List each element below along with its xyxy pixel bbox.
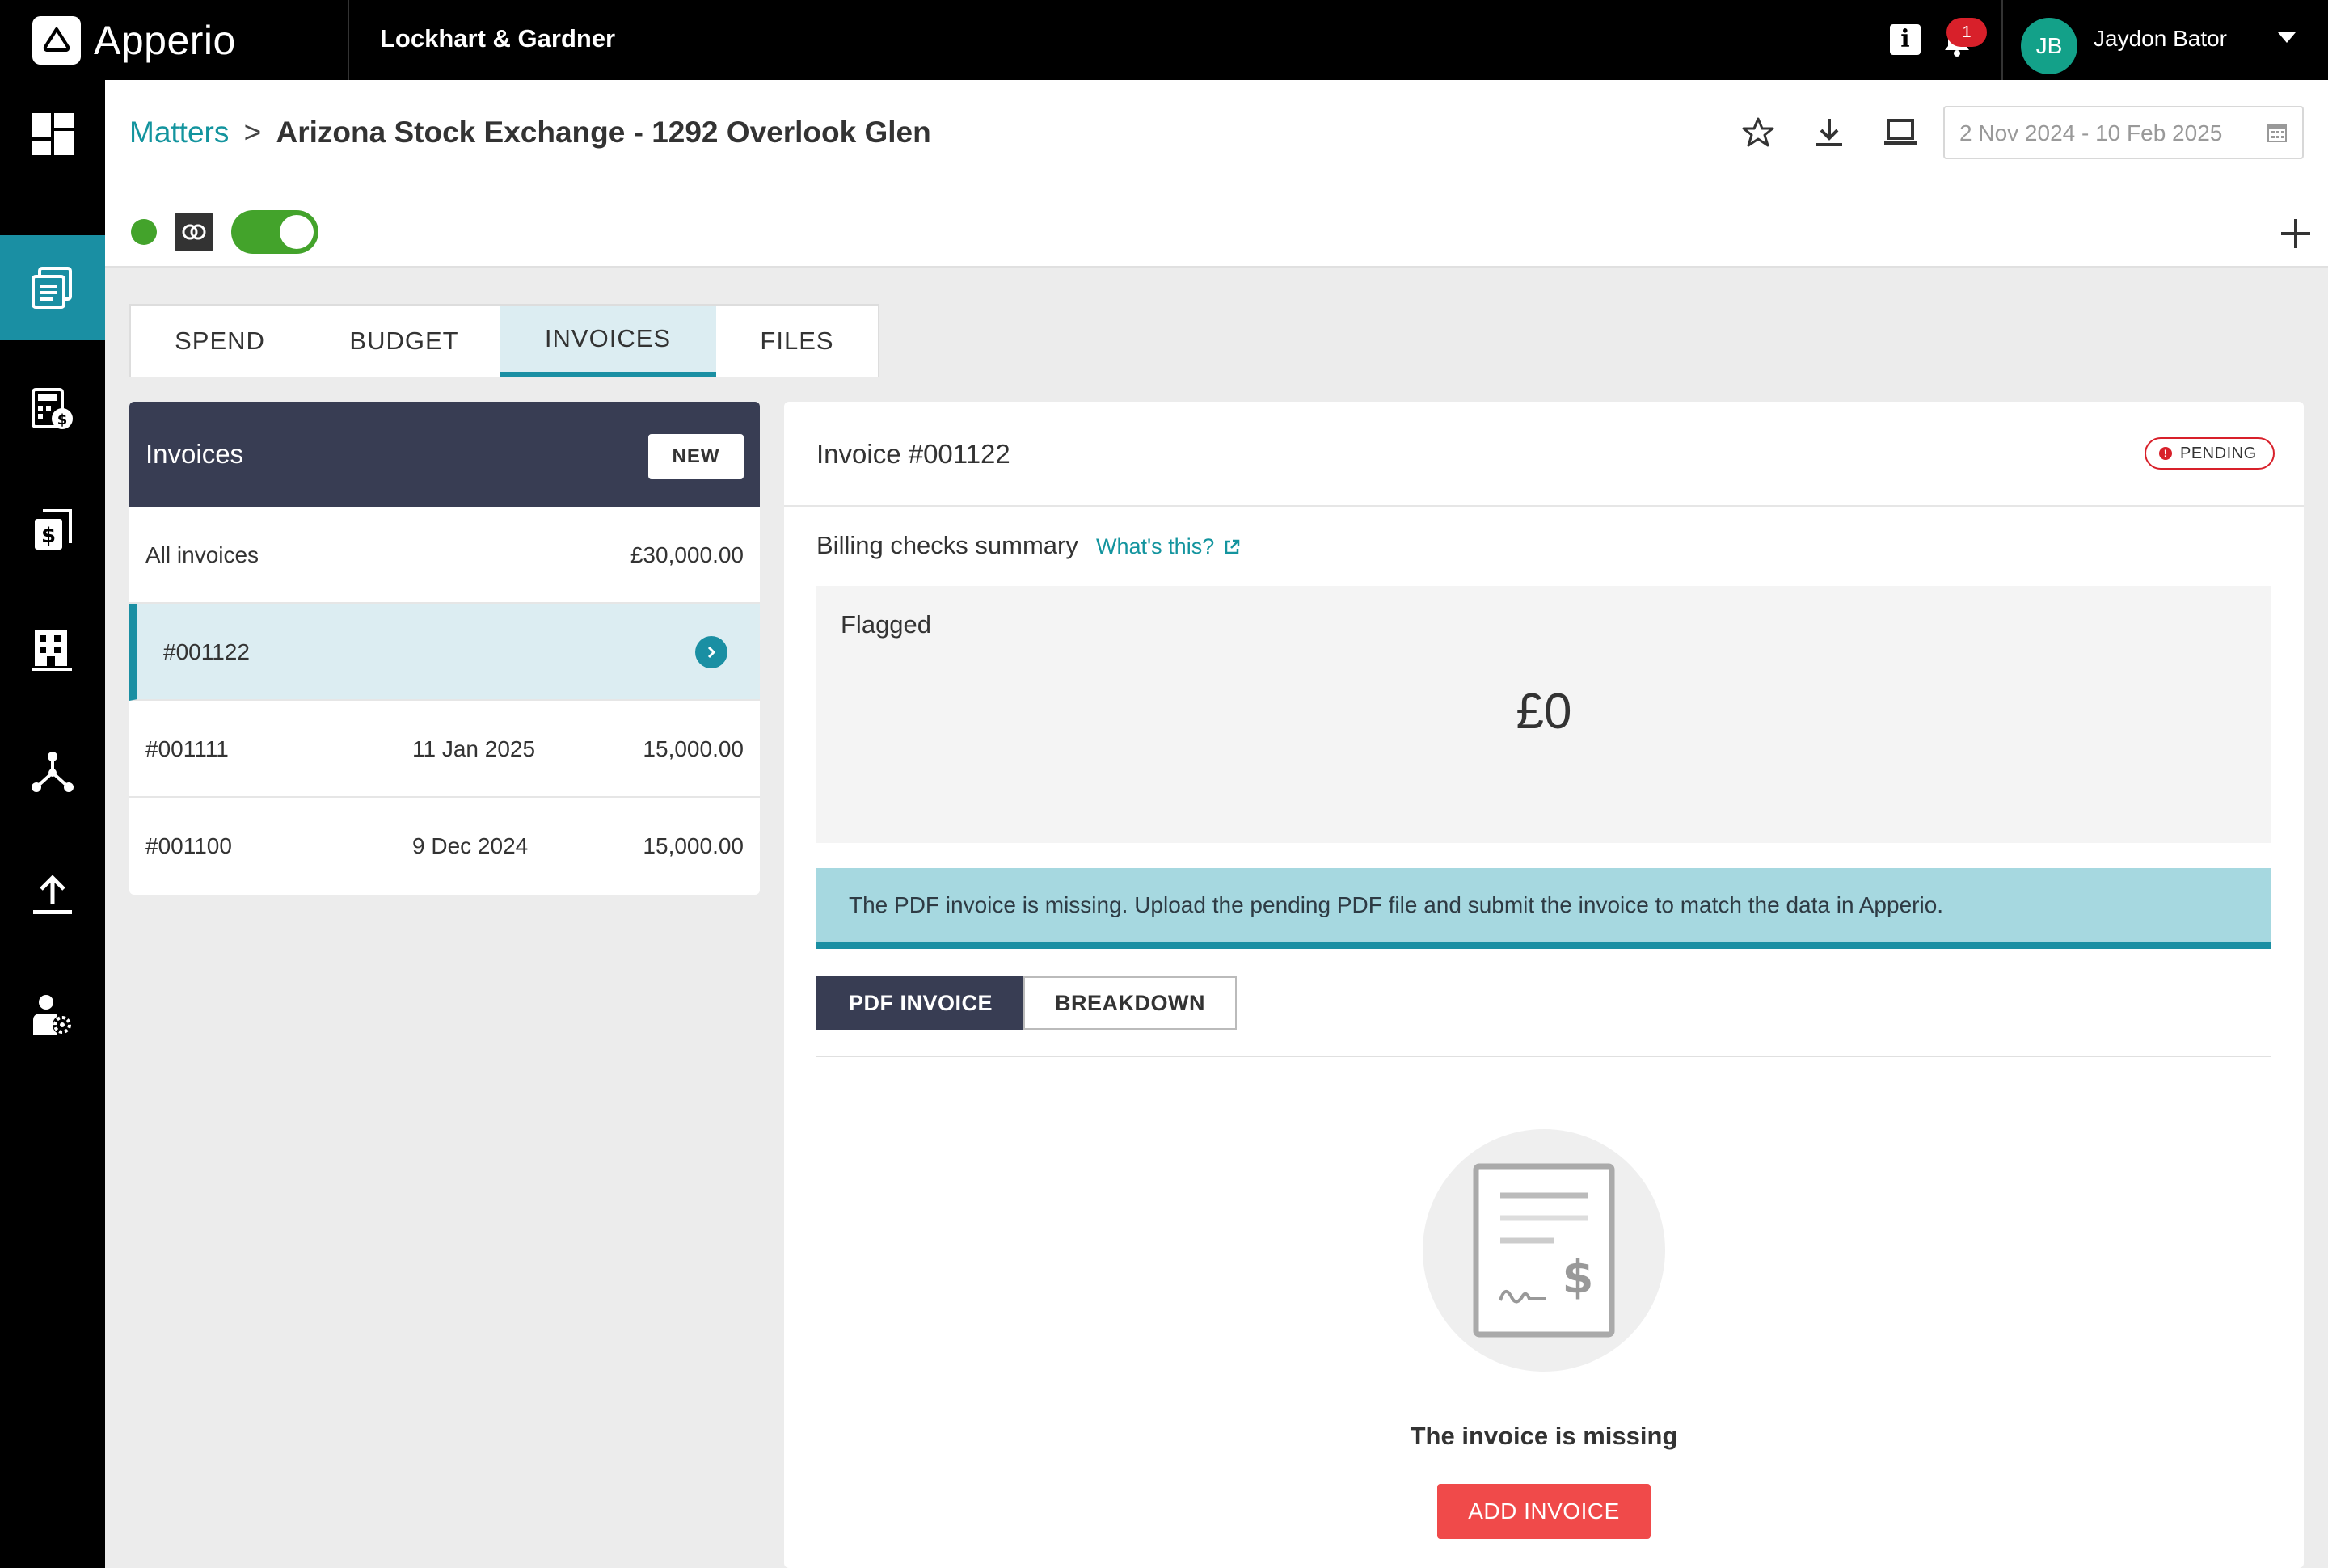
chevron-right-circle-icon[interactable] [695,636,728,668]
user-initials: JB [2021,18,2077,74]
download-icon[interactable] [1809,112,1849,153]
svg-text:$: $ [41,524,56,548]
missing-pdf-alert: The PDF invoice is missing. Upload the p… [816,868,2271,949]
calendar-icon [2267,124,2287,142]
list-item-label: #001122 [163,639,250,664]
app-logo-text: Apperio [94,18,236,63]
invoice-missing-text: The invoice is missing [1410,1422,1678,1450]
sidebar-item-firms[interactable] [0,599,105,704]
external-link-icon [1225,539,1240,554]
sidebar-item-dashboard[interactable] [0,82,105,187]
upload-icon [33,875,72,914]
budget-calculator-icon: $ [32,388,73,429]
tab-budget[interactable]: BUDGET [309,306,500,377]
info-icon[interactable]: i [1890,24,1921,55]
building-icon [32,630,72,671]
matter-status-dot [131,219,157,245]
user-menu-chevron-down-icon[interactable] [2278,32,2296,43]
list-item-invoice[interactable]: #001111 11 Jan 2025 15,000.00 [129,701,760,798]
side-navigation: $ $ [0,80,105,1568]
invoice-view-switch: PDF INVOICE BREAKDOWN [816,976,1237,1030]
list-item-all-invoices[interactable]: All invoices £30,000.00 [129,507,760,604]
add-invoice-button[interactable]: ADD INVOICE [1437,1484,1651,1539]
invoice-title: Invoice #001122 [816,439,1010,469]
svg-text:$: $ [57,411,68,428]
status-badge: ! PENDING [2145,437,2275,470]
sidebar-item-upload[interactable] [0,841,105,946]
matter-active-toggle[interactable] [231,210,318,254]
invoice-detail-header: Invoice #001122 ! PENDING [784,402,2304,507]
user-avatar[interactable]: JB [2021,18,2079,74]
firm-name[interactable]: Lockhart & Gardner [380,24,615,53]
invoices-list-panel: Invoices NEW All invoices £30,000.00 #00… [129,402,760,895]
svg-text:$: $ [1563,1251,1594,1304]
sidebar-item-matters[interactable] [0,235,105,340]
apperio-logo-icon [32,16,81,65]
matters-icon [32,267,72,309]
status-badge-label: PENDING [2180,444,2257,462]
breadcrumb-matters-link[interactable]: Matters [129,116,229,149]
new-invoice-button[interactable]: NEW [648,434,744,479]
list-item-invoice[interactable]: #001100 9 Dec 2024 15,000.00 [129,798,760,895]
tab-invoices[interactable]: INVOICES [500,306,716,377]
user-name[interactable]: Jaydon Bator [2094,26,2227,52]
topbar-divider [2001,0,2003,80]
list-item-date: 9 Dec 2024 [412,833,529,858]
tab-spend[interactable]: SPEND [131,306,309,377]
toggle-knob [280,215,314,249]
sidebar-item-invoices[interactable]: $ [0,478,105,583]
list-item-label: #001111 [146,736,229,761]
date-range-picker[interactable]: 2 Nov 2024 - 10 Feb 2025 [1943,106,2304,159]
matter-header: Matters > Arizona Stock Exchange - 1292 … [105,80,2328,268]
list-item-amount: £30,000.00 [630,542,744,567]
sidebar-item-network[interactable] [0,720,105,825]
breadcrumb-separator: > [243,116,262,149]
alert-exclamation-icon: ! [2159,447,2172,460]
matter-tabs: SPEND BUDGET INVOICES FILES [129,304,879,377]
sidebar-item-user-settings[interactable] [0,963,105,1068]
linked-rings-icon[interactable] [175,213,213,251]
topbar-divider [348,0,349,80]
invoice-detail-panel: Invoice #001122 ! PENDING Billing checks… [784,402,2304,1568]
divider [816,1056,2271,1057]
pdf-invoice-tab[interactable]: PDF INVOICE [816,976,1025,1030]
whats-this-label: What's this? [1096,534,1215,558]
flagged-label: Flagged [841,610,932,639]
user-settings-icon [33,995,72,1035]
dashboard-icon [32,113,74,155]
date-range-value: 2 Nov 2024 - 10 Feb 2025 [1959,120,2223,145]
list-item-amount: 15,000.00 [643,833,744,858]
invoices-list-header: Invoices NEW [129,402,760,507]
list-item-amount: 15,000.00 [643,736,744,761]
invoice-dollar-icon: $ [35,509,72,550]
top-bar: Apperio Lockhart & Gardner i 1 JB Jaydon… [0,0,2328,80]
flagged-amount: £0 [1516,684,1572,740]
list-item-invoice[interactable]: #001122 [129,604,760,701]
tab-files[interactable]: FILES [716,306,878,377]
sidebar-item-budgets[interactable]: $ [0,356,105,462]
add-plus-icon[interactable] [2271,209,2320,258]
favourite-star-icon[interactable] [1738,112,1778,153]
billing-checks-heading: Billing checks summary [816,531,1078,559]
present-screen-icon[interactable] [1880,112,1921,153]
network-icon [32,752,74,792]
breakdown-tab[interactable]: BREAKDOWN [1023,976,1237,1030]
list-item-label: All invoices [146,542,259,567]
list-item-label: #001100 [146,833,232,858]
app-logo[interactable]: Apperio [32,16,236,65]
flagged-summary-card: Flagged £0 [816,586,2271,843]
breadcrumb: Matters > Arizona Stock Exchange - 1292 … [129,116,931,150]
page-title: Arizona Stock Exchange - 1292 Overlook G… [276,116,931,149]
invoices-list-title: Invoices [146,439,244,469]
invoice-document-icon: $ [1473,1163,1615,1338]
whats-this-link[interactable]: What's this? [1096,534,1242,559]
notification-count-badge: 1 [1946,18,1987,47]
list-item-date: 11 Jan 2025 [412,736,536,761]
